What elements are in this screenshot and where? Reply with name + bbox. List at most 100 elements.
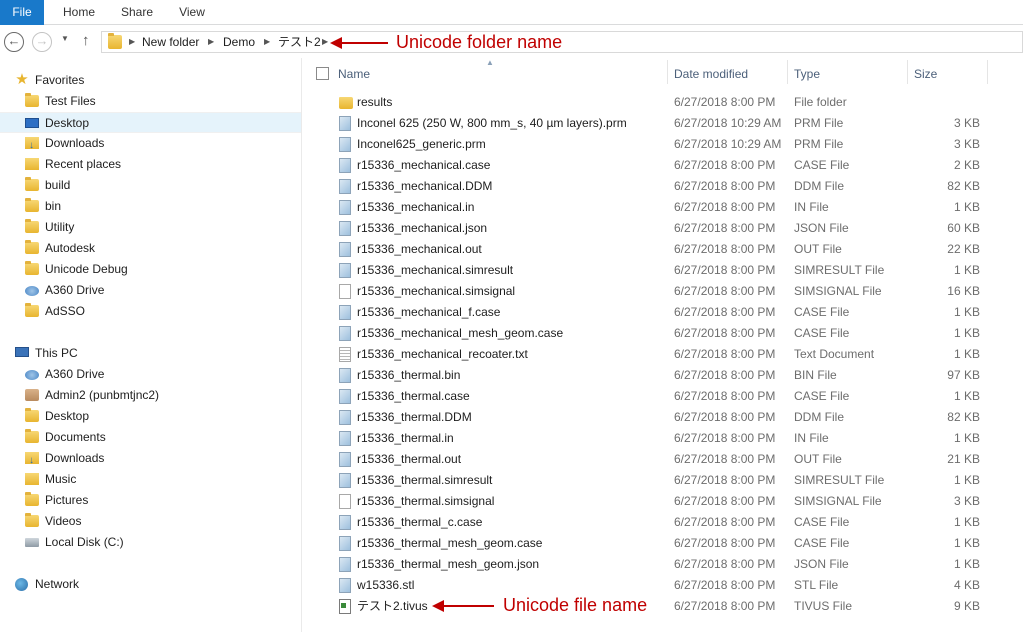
file-row[interactable]: w15336.stl 6/27/2018 8:00 PM STL File 4 KB bbox=[334, 575, 994, 596]
folder-icon bbox=[25, 261, 39, 275]
sidebar-item[interactable]: Recent places bbox=[0, 154, 300, 175]
file-name: r15336_thermal_mesh_geom.case bbox=[357, 536, 543, 550]
sidebar-item[interactable]: Admin2 (punbmtjnc2) bbox=[0, 385, 300, 406]
ribbon-tabs: File Home Share View bbox=[0, 0, 1023, 25]
sidebar-item[interactable]: Test Files bbox=[0, 91, 300, 112]
forward-button[interactable]: → bbox=[32, 32, 52, 52]
sidebar-item[interactable]: Autodesk bbox=[0, 238, 300, 259]
column-header-name[interactable]: Name bbox=[338, 62, 666, 86]
file-icon bbox=[339, 599, 351, 614]
sidebar-item-label: Desktop bbox=[45, 116, 90, 130]
file-row[interactable]: r15336_mechanical.DDM 6/27/2018 8:00 PM DD… bbox=[334, 176, 994, 197]
cloud-drive-icon bbox=[25, 286, 39, 296]
file-date-modified: 6/27/2018 8:00 PM bbox=[674, 536, 776, 550]
file-row[interactable]: r15336_mechanical.out 6/27/2018 8:00 PM OU… bbox=[334, 239, 994, 260]
file-size: 9 KB bbox=[953, 599, 980, 613]
select-all-checkbox[interactable] bbox=[316, 67, 329, 80]
music-icon bbox=[25, 473, 39, 485]
up-button[interactable]: ↑ bbox=[82, 32, 90, 49]
file-row[interactable]: r15336_thermal.simresult 6/27/2018 8:00 P… bbox=[334, 470, 994, 491]
file-row[interactable]: r15336_thermal.case 6/27/2018 8:00 PM CASE… bbox=[334, 386, 994, 407]
folder-icon bbox=[25, 219, 39, 233]
network-icon bbox=[15, 578, 28, 591]
breadcrumb-new-folder[interactable]: New folder bbox=[142, 32, 199, 52]
file-row[interactable]: r15336_mechanical.in 6/27/2018 8:00 PM IN … bbox=[334, 197, 994, 218]
file-row[interactable]: r15336_thermal_mesh_geom.case 6/27/2018 8… bbox=[334, 533, 994, 554]
sidebar-item[interactable]: Downloads bbox=[0, 448, 300, 471]
file-row[interactable]: r15336_thermal.DDM 6/27/2018 8:00 PM DDM F… bbox=[334, 407, 994, 428]
sidebar-item[interactable]: Local Disk (C:) bbox=[0, 532, 300, 553]
back-button[interactable]: ← bbox=[4, 32, 24, 52]
tab-view[interactable]: View bbox=[168, 0, 216, 25]
file-row[interactable]: r15336_thermal.out 6/27/2018 8:00 PM OUT F… bbox=[334, 449, 994, 470]
column-divider[interactable] bbox=[667, 60, 668, 84]
file-row[interactable]: r15336_mechanical.case 6/27/2018 8:00 PM C… bbox=[334, 155, 994, 176]
sidebar-item-label: Autodesk bbox=[45, 241, 96, 255]
file-type: CASE File bbox=[794, 158, 850, 172]
column-divider[interactable] bbox=[907, 60, 908, 84]
file-date-modified: 6/27/2018 8:00 PM bbox=[674, 389, 776, 403]
sidebar-item[interactable]: bin bbox=[0, 196, 300, 217]
file-icon bbox=[339, 578, 351, 593]
sidebar-item[interactable]: Pictures bbox=[0, 490, 300, 511]
sidebar-item[interactable]: Downloads bbox=[0, 133, 300, 156]
file-row[interactable]: r15336_thermal.bin 6/27/2018 8:00 PM BIN F… bbox=[334, 365, 994, 386]
folder-icon bbox=[25, 303, 39, 317]
file-name: r15336_mechanical.in bbox=[357, 200, 475, 214]
sidebar-item[interactable]: Unicode Debug bbox=[0, 259, 300, 280]
nav-favorites[interactable]: ★ Favorites bbox=[0, 70, 300, 91]
file-type: BIN File bbox=[794, 368, 837, 382]
annotation-folder-note: Unicode folder name bbox=[396, 32, 563, 52]
nav-favorites-label: Favorites bbox=[35, 73, 85, 87]
sidebar-item[interactable]: Music bbox=[0, 469, 300, 490]
sidebar-item[interactable]: Desktop bbox=[0, 406, 300, 427]
file-row[interactable]: r15336_mechanical_recoater.txt 6/27/2018 … bbox=[334, 344, 994, 365]
tab-share[interactable]: Share bbox=[112, 0, 162, 25]
file-row[interactable]: r15336_thermal.simsignal 6/27/2018 8:00 P… bbox=[334, 491, 994, 512]
file-size: 1 KB bbox=[953, 305, 980, 319]
file-row[interactable]: Inconel625_generic.prm 6/27/2018 10:29 AM… bbox=[334, 134, 994, 155]
column-header-date[interactable]: Date modified bbox=[674, 62, 786, 86]
sidebar-item[interactable]: A360 Drive bbox=[0, 280, 300, 301]
file-row[interactable]: r15336_thermal_c.case 6/27/2018 8:00 PM CA… bbox=[334, 512, 994, 533]
tab-file[interactable]: File bbox=[0, 0, 44, 25]
file-date-modified: 6/27/2018 8:00 PM bbox=[674, 242, 776, 256]
sidebar-item[interactable]: Videos bbox=[0, 511, 300, 532]
file-row[interactable]: r15336_mechanical.simresult 6/27/2018 8:0… bbox=[334, 260, 994, 281]
file-name: r15336_thermal.bin bbox=[357, 368, 461, 382]
file-icon bbox=[339, 494, 351, 509]
tab-home[interactable]: Home bbox=[50, 0, 108, 25]
nav-this-pc[interactable]: This PC bbox=[0, 343, 300, 364]
file-row[interactable]: r15336_mechanical.simsignal 6/27/2018 8:0… bbox=[334, 281, 994, 302]
file-size: 82 KB bbox=[947, 410, 980, 424]
file-row[interactable]: r15336_mechanical_mesh_geom.case 6/27/201… bbox=[334, 323, 994, 344]
file-icon bbox=[339, 410, 351, 425]
column-divider[interactable] bbox=[787, 60, 788, 84]
sidebar-item[interactable]: Desktop bbox=[0, 112, 301, 133]
sidebar-item[interactable]: Documents bbox=[0, 427, 300, 448]
sidebar-item[interactable]: AdSSO bbox=[0, 301, 300, 322]
column-header-type[interactable]: Type bbox=[794, 62, 904, 86]
column-header-size[interactable]: Size bbox=[914, 62, 984, 86]
file-row[interactable]: r15336_mechanical.json 6/27/2018 8:00 PM J… bbox=[334, 218, 994, 239]
file-icon bbox=[339, 179, 351, 194]
sidebar-item[interactable]: Utility bbox=[0, 217, 300, 238]
file-row[interactable]: r15336_thermal_mesh_geom.json 6/27/2018 8… bbox=[334, 554, 994, 575]
sidebar-item[interactable]: build bbox=[0, 175, 300, 196]
folder-icon bbox=[25, 513, 39, 527]
column-divider[interactable] bbox=[987, 60, 988, 84]
arrow-right-icon: → bbox=[35, 33, 49, 48]
sidebar-item[interactable]: A360 Drive bbox=[0, 364, 300, 385]
disk-icon bbox=[25, 538, 39, 547]
file-row[interactable]: r15336_thermal.in 6/27/2018 8:00 PM IN Fil… bbox=[334, 428, 994, 449]
recent-locations-dropdown[interactable]: ▼ bbox=[61, 34, 69, 43]
breadcrumb-demo[interactable]: Demo bbox=[223, 32, 255, 52]
file-size: 2 KB bbox=[953, 158, 980, 172]
file-row[interactable]: results 6/27/2018 8:00 PM File folder bbox=[334, 92, 994, 113]
file-row[interactable]: Inconel 625 (250 W, 800 mm_s, 40 µm laye… bbox=[334, 113, 994, 134]
breadcrumb-current-folder[interactable]: テスト2 bbox=[278, 32, 321, 52]
nav-network[interactable]: Network bbox=[0, 574, 300, 595]
file-row[interactable]: r15336_mechanical_f.case 6/27/2018 8:00 P… bbox=[334, 302, 994, 323]
file-type: CASE File bbox=[794, 389, 850, 403]
sidebar-item-label: Local Disk (C:) bbox=[45, 535, 124, 549]
